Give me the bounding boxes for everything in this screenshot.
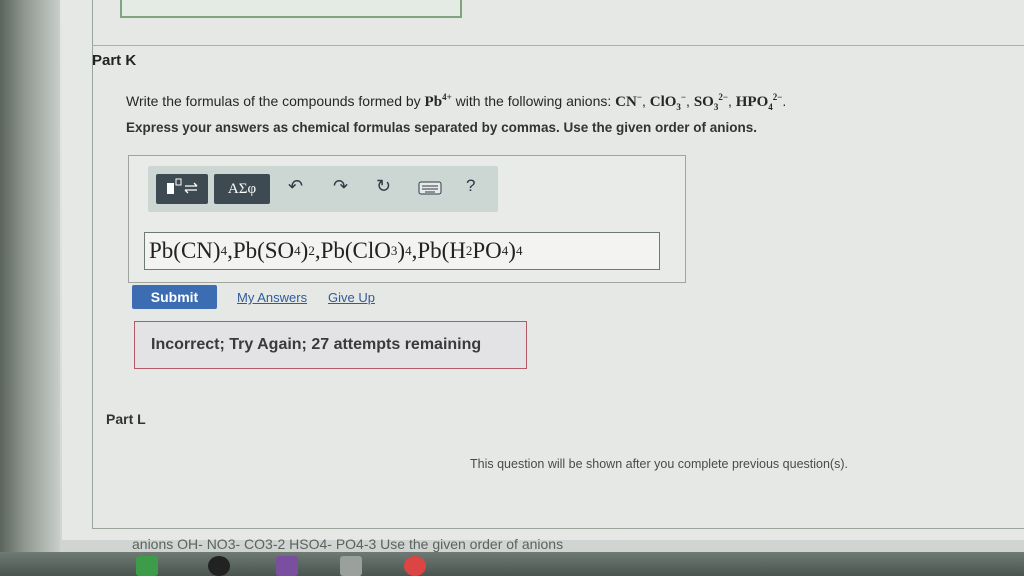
app-icon[interactable] (136, 556, 158, 576)
reset-icon[interactable]: ↻ (376, 176, 391, 197)
monitor-bezel (0, 0, 60, 576)
separator: , (641, 93, 650, 109)
answer-input[interactable]: Pb(CN) 4 ,Pb(SO 4) 2 ,Pb(ClO 3) 4 ,Pb(H 2 PO 4) 4 (144, 232, 660, 270)
feedback-message: Incorrect; Try Again; 27 attempts remain… (134, 321, 527, 369)
anion-formula: SO32− (693, 92, 728, 112)
answer-token: ) (508, 238, 516, 263)
answer-token: ) (397, 238, 406, 263)
divider (92, 45, 1024, 46)
give-up-link[interactable]: Give Up (328, 290, 375, 305)
part-k-title: Part K (92, 52, 137, 69)
separator: , (727, 93, 736, 109)
app-icon[interactable] (340, 556, 362, 576)
question-text: Write the formulas of the compounds form… (126, 92, 786, 112)
part-l-notice: This question will be shown after you co… (470, 457, 848, 471)
template-icon (165, 178, 199, 200)
anion-formula: CN− (615, 92, 642, 110)
anion-formula: HPO42− (735, 92, 783, 112)
math-toolbar: ΑΣφ ↶ ↷ ↻ ? (148, 166, 498, 212)
my-answers-link[interactable]: My Answers (237, 290, 307, 305)
answer-token: ) (300, 238, 309, 263)
undo-icon[interactable]: ↶ (288, 176, 303, 197)
template-button[interactable] (156, 174, 208, 204)
anion-formula: ClO3− (649, 92, 687, 112)
part-l-title: Part L (106, 411, 146, 427)
question-mid: with the following anions: (455, 93, 612, 109)
footer-note: anions OH- NO3- CO3-2 HSO4- PO4-3 Use th… (132, 536, 564, 552)
app-icon[interactable] (208, 556, 230, 576)
answer-token: 4 (515, 243, 523, 258)
cation-formula: Pb4+ (424, 92, 452, 110)
submit-button[interactable]: Submit (132, 285, 217, 309)
separator: , (686, 93, 694, 109)
answer-token: ,Pb(H (411, 238, 466, 263)
greek-symbols-button[interactable]: ΑΣφ (214, 174, 270, 204)
anion-list: CN−, ClO3−, SO32−, HPO42−. (615, 92, 787, 112)
keyboard-icon[interactable] (418, 179, 442, 200)
help-icon[interactable]: ? (466, 176, 475, 196)
question-prefix: Write the formulas of the compounds form… (126, 93, 421, 109)
previous-part-box (120, 0, 462, 18)
browser-icon[interactable] (404, 556, 426, 576)
answer-token: ,Pb(SO (227, 238, 295, 263)
answer-token: PO (472, 238, 502, 263)
app-icon[interactable] (276, 556, 298, 576)
instructions: Express your answers as chemical formula… (126, 120, 757, 135)
answer-token: ,Pb(ClO (314, 238, 391, 263)
answer-token: Pb(CN) (149, 238, 221, 263)
redo-icon[interactable]: ↷ (333, 176, 348, 197)
separator: . (782, 93, 787, 109)
